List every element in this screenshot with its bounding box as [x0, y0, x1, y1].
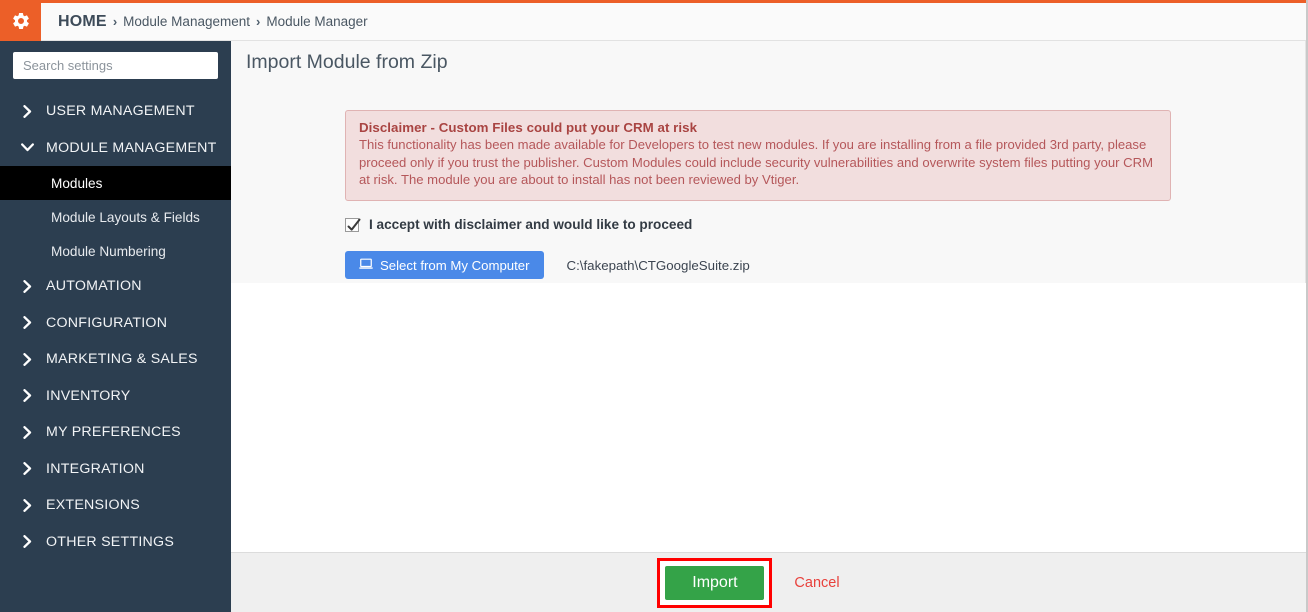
chevron-right-icon [20, 104, 35, 118]
sidebar-item-module-numbering[interactable]: Module Numbering [0, 234, 231, 268]
breadcrumb-home[interactable]: HOME [58, 13, 107, 31]
gear-icon [11, 11, 31, 31]
sidebar-item-label: MODULE MANAGEMENT [46, 139, 217, 156]
main-content: Import Module from Zip Disclaimer - Cust… [231, 41, 1308, 612]
sidebar-subitem-label: Module Layouts & Fields [51, 209, 200, 225]
chevron-right-icon [20, 425, 35, 439]
accept-disclaimer-checkbox[interactable] [345, 217, 361, 232]
chevron-right-icon [20, 535, 35, 549]
import-button-highlight: Import [657, 557, 773, 608]
footer-action-bar: Import Cancel [231, 552, 1308, 612]
sidebar-subitem-label: Module Numbering [51, 243, 166, 259]
chevron-down-icon [20, 143, 35, 152]
page-title: Import Module from Zip [246, 51, 448, 73]
sidebar-item-label: OTHER SETTINGS [46, 533, 175, 550]
sidebar-subitem-label: Modules [51, 175, 103, 191]
disclaimer-alert: Disclaimer - Custom Files could put your… [345, 110, 1171, 201]
search-input[interactable] [13, 52, 218, 79]
sidebar-item-module-layouts-fields[interactable]: Module Layouts & Fields [0, 200, 231, 234]
sidebar-item-label: EXTENSIONS [46, 497, 140, 514]
select-from-my-computer-button[interactable]: Select from My Computer [345, 251, 544, 279]
sidebar-item-integration[interactable]: INTEGRATION [0, 451, 231, 488]
import-button[interactable]: Import [665, 565, 765, 600]
sidebar-item-my-preferences[interactable]: MY PREFERENCES [0, 414, 231, 451]
chevron-right-icon [20, 352, 35, 366]
sidebar-item-module-management[interactable]: MODULE MANAGEMENT [0, 130, 231, 167]
sidebar-item-label: CONFIGURATION [46, 314, 168, 331]
laptop-icon [359, 258, 373, 273]
select-button-label: Select from My Computer [380, 257, 530, 273]
disclaimer-alert-body: This functionality has been made availab… [359, 137, 1153, 187]
settings-page: HOME › Module Management › Module Manage… [0, 0, 1308, 612]
sidebar: USER MANAGEMENT MODULE MANAGEMENT Module… [0, 41, 231, 612]
accept-disclaimer-row[interactable]: I accept with disclaimer and would like … [345, 217, 692, 232]
chevron-right-icon [20, 498, 35, 512]
sidebar-item-label: MY PREFERENCES [46, 424, 181, 441]
top-header-bar: HOME › Module Management › Module Manage… [0, 0, 1308, 41]
import-panel: Import Module from Zip Disclaimer - Cust… [231, 41, 1306, 283]
sidebar-item-automation[interactable]: AUTOMATION [0, 268, 231, 305]
accept-disclaimer-label: I accept with disclaimer and would like … [369, 217, 693, 232]
sidebar-item-label: AUTOMATION [46, 278, 142, 295]
settings-gear-button[interactable] [0, 0, 41, 41]
breadcrumb: HOME › Module Management › Module Manage… [41, 3, 368, 40]
sidebar-item-user-management[interactable]: USER MANAGEMENT [0, 93, 231, 130]
chevron-right-icon [20, 279, 35, 293]
file-select-row: Select from My Computer C:\fakepath\CTGo… [345, 251, 750, 279]
breadcrumb-item-module-manager[interactable]: Module Manager [266, 14, 367, 29]
cancel-button[interactable]: Cancel [794, 575, 839, 591]
sidebar-item-label: INVENTORY [46, 387, 131, 404]
sidebar-item-other-settings[interactable]: OTHER SETTINGS [0, 524, 231, 561]
sidebar-item-label: USER MANAGEMENT [46, 103, 195, 120]
chevron-right-icon [20, 462, 35, 476]
chevron-right-icon [20, 389, 35, 403]
sidebar-item-label: MARKETING & SALES [46, 351, 198, 368]
selected-file-path: C:\fakepath\CTGoogleSuite.zip [566, 257, 750, 273]
chevron-right-icon: › [255, 14, 261, 29]
sidebar-item-modules[interactable]: Modules [0, 166, 231, 200]
chevron-right-icon: › [112, 14, 118, 29]
sidebar-item-label: INTEGRATION [46, 460, 145, 477]
chevron-right-icon [20, 316, 35, 330]
breadcrumb-item-module-management[interactable]: Module Management [123, 14, 250, 29]
sidebar-item-extensions[interactable]: EXTENSIONS [0, 487, 231, 524]
sidebar-item-inventory[interactable]: INVENTORY [0, 378, 231, 415]
sidebar-item-marketing-sales[interactable]: MARKETING & SALES [0, 341, 231, 378]
search-container [0, 52, 231, 93]
sidebar-item-configuration[interactable]: CONFIGURATION [0, 305, 231, 342]
disclaimer-alert-title: Disclaimer - Custom Files could put your… [359, 120, 698, 135]
